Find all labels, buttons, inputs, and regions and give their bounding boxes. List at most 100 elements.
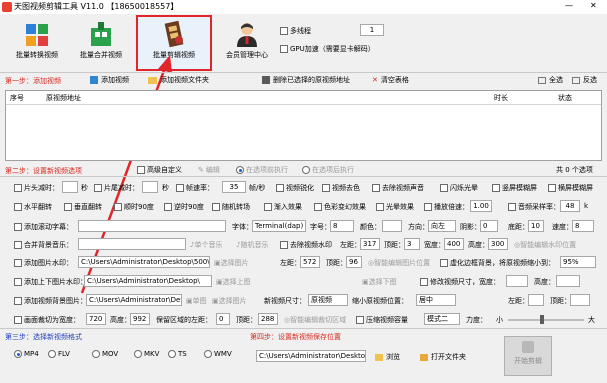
shrink-pos-select[interactable]: 居中 [416, 294, 456, 306]
keep-top-field[interactable]: 288 [258, 313, 278, 325]
select-bg-image-button[interactable]: ▣选择图片 [212, 296, 247, 306]
crop-width-field[interactable]: 720 [86, 313, 106, 325]
remove-height-field[interactable]: 300 [488, 238, 508, 250]
watermark-left-field[interactable]: 572 [300, 256, 320, 268]
col-path[interactable]: 原视频地址 [46, 93, 81, 103]
fps-option[interactable]: 帧速率： [176, 183, 214, 193]
sample-rate-option[interactable]: 音频采样率： [508, 202, 560, 212]
minimize-button[interactable]: — [565, 1, 573, 10]
bg-image-checkbox[interactable] [14, 297, 22, 305]
image-watermark-option[interactable]: 添加图片水印： [14, 258, 73, 268]
select-image-button[interactable]: ▣选择图片 [214, 258, 249, 268]
advanced-custom-option[interactable]: 高级自定义 [137, 165, 182, 175]
select-all-button[interactable]: 全选 [538, 75, 563, 85]
vertical-blur-option[interactable]: 竖屏模糊屏 [492, 183, 537, 193]
multithread-count-field[interactable]: 1 [360, 24, 384, 36]
open-folder-button[interactable]: 打开文件夹 [420, 352, 466, 362]
random-audio-button[interactable]: ♪随机音乐 [236, 240, 268, 250]
gpu-option[interactable]: GPU加速（需要显卡解码） [280, 44, 375, 54]
modify-size-option[interactable]: 修改视频尺寸，宽度： [420, 277, 500, 287]
audio-path-field[interactable] [78, 238, 186, 250]
sample-rate-checkbox[interactable] [508, 203, 516, 211]
remove-audio-checkbox[interactable] [372, 184, 380, 192]
fade-checkbox[interactable] [322, 184, 330, 192]
bg-top-field[interactable] [570, 294, 590, 306]
rot-ccw-checkbox[interactable] [164, 203, 172, 211]
exec-after-option[interactable]: 在选项后执行 [302, 165, 354, 175]
toolbar-button-batch-merge[interactable]: 批量合并视频 [70, 20, 132, 60]
tail-cut-checkbox[interactable] [94, 184, 102, 192]
delete-selected-button[interactable]: 删除已选择的原视频地址 [262, 75, 350, 85]
hflip-option[interactable]: 水平翻转 [14, 202, 52, 212]
exec-after-radio[interactable] [302, 166, 310, 174]
color-transform-option[interactable]: 色彩变幻效果 [314, 202, 366, 212]
crop-checkbox[interactable] [14, 316, 22, 324]
remove-watermark-option[interactable]: 去除视频水印 [280, 240, 332, 250]
smart-crop-button[interactable]: ◎智能编辑裁切区域 [284, 315, 346, 325]
vflip-option[interactable]: 垂直翻转 [64, 202, 102, 212]
speed-field[interactable]: 1.00 [470, 200, 492, 212]
shrink-select[interactable]: 95% [560, 256, 596, 268]
select-bottom-image-button[interactable]: ▣选择下图 [362, 277, 397, 287]
col-status[interactable]: 状态 [558, 93, 572, 103]
bg-left-field[interactable] [528, 294, 544, 306]
subtitle-checkbox[interactable] [14, 223, 22, 231]
close-button[interactable]: ✕ [590, 1, 597, 10]
exec-before-option[interactable]: 在选项前执行 [236, 165, 288, 175]
toolbar-button-member-center[interactable]: 会员管理中心 [218, 20, 276, 60]
remove-audio-option[interactable]: 去除视频声音 [372, 183, 424, 193]
format-wmv[interactable]: WMV [204, 350, 232, 358]
multithread-checkbox[interactable] [280, 27, 288, 35]
multithread-option[interactable]: 多线程 [280, 26, 311, 36]
rot90-checkbox[interactable] [114, 203, 122, 211]
subtitle-speed-field[interactable]: 8 [572, 220, 594, 232]
vflip-checkbox[interactable] [64, 203, 72, 211]
sharpen-checkbox[interactable] [276, 184, 284, 192]
keep-left-field[interactable]: 0 [216, 313, 230, 325]
remove-left-field[interactable]: 317 [360, 238, 380, 250]
top-bottom-watermark-option[interactable]: 添加上下图片水印： [14, 277, 87, 287]
modify-size-checkbox[interactable] [420, 278, 428, 286]
virtual-bg-option[interactable]: 虚化边框背景，将原视频缩小到： [440, 258, 555, 268]
start-edit-button[interactable]: 开始剪辑 [504, 336, 552, 376]
fps-field[interactable]: 35 [222, 181, 246, 193]
invert-selection-button[interactable]: 反选 [572, 75, 597, 85]
single-audio-button[interactable]: ♪单个音乐 [190, 240, 222, 250]
direction-select[interactable]: 向左 [428, 220, 456, 232]
remove-top-field[interactable]: 3 [404, 238, 420, 250]
image-watermark-checkbox[interactable] [14, 259, 22, 267]
hflip-checkbox[interactable] [14, 203, 22, 211]
virtual-bg-checkbox[interactable] [440, 259, 448, 267]
font-size-select[interactable]: 8 [330, 220, 354, 232]
format-mov[interactable]: MOV [92, 350, 118, 358]
random-rotate-option[interactable]: 随机转场 [212, 202, 250, 212]
fade-option[interactable]: 视频去色 [322, 183, 360, 193]
bg-path-field[interactable]: C:\Users\Administrator\Desktop\ [86, 294, 182, 306]
top-bottom-watermark-checkbox[interactable] [14, 278, 22, 286]
format-radio[interactable] [92, 350, 100, 358]
fade-in-checkbox[interactable] [264, 203, 272, 211]
tail-cut-option[interactable]: 片尾减时： [94, 183, 139, 193]
remove-watermark-checkbox[interactable] [280, 241, 288, 249]
format-mkv[interactable]: MKV [134, 350, 159, 358]
sample-rate-field[interactable]: 48 [560, 200, 580, 212]
crop-height-field[interactable]: 992 [130, 313, 150, 325]
subtitle-option[interactable]: 添加滚动字幕： [14, 222, 73, 232]
flash-option[interactable]: 闪烁光晕 [440, 183, 478, 193]
format-radio[interactable] [48, 350, 56, 358]
font-select[interactable]: Terminal(dap) [252, 220, 306, 232]
remove-width-field[interactable]: 400 [444, 238, 464, 250]
compress-mode-select[interactable]: 模式二 [424, 313, 460, 325]
col-index[interactable]: 序号 [10, 93, 24, 103]
tail-cut-field[interactable] [142, 181, 158, 193]
fade-in-option[interactable]: 渐入效果 [264, 202, 302, 212]
compress-checkbox[interactable] [356, 316, 364, 324]
color-transform-checkbox[interactable] [314, 203, 322, 211]
format-radio[interactable] [14, 350, 22, 358]
format-flv[interactable]: FLV [48, 350, 70, 358]
light-effect-option[interactable]: 光晕效果 [376, 202, 414, 212]
format-ts[interactable]: TS [168, 350, 187, 358]
select-top-image-button[interactable]: ▣选择上图 [216, 277, 251, 287]
color-picker[interactable] [382, 220, 402, 232]
smart-watermark-button[interactable]: ◎智能编辑水印位置 [514, 240, 576, 250]
